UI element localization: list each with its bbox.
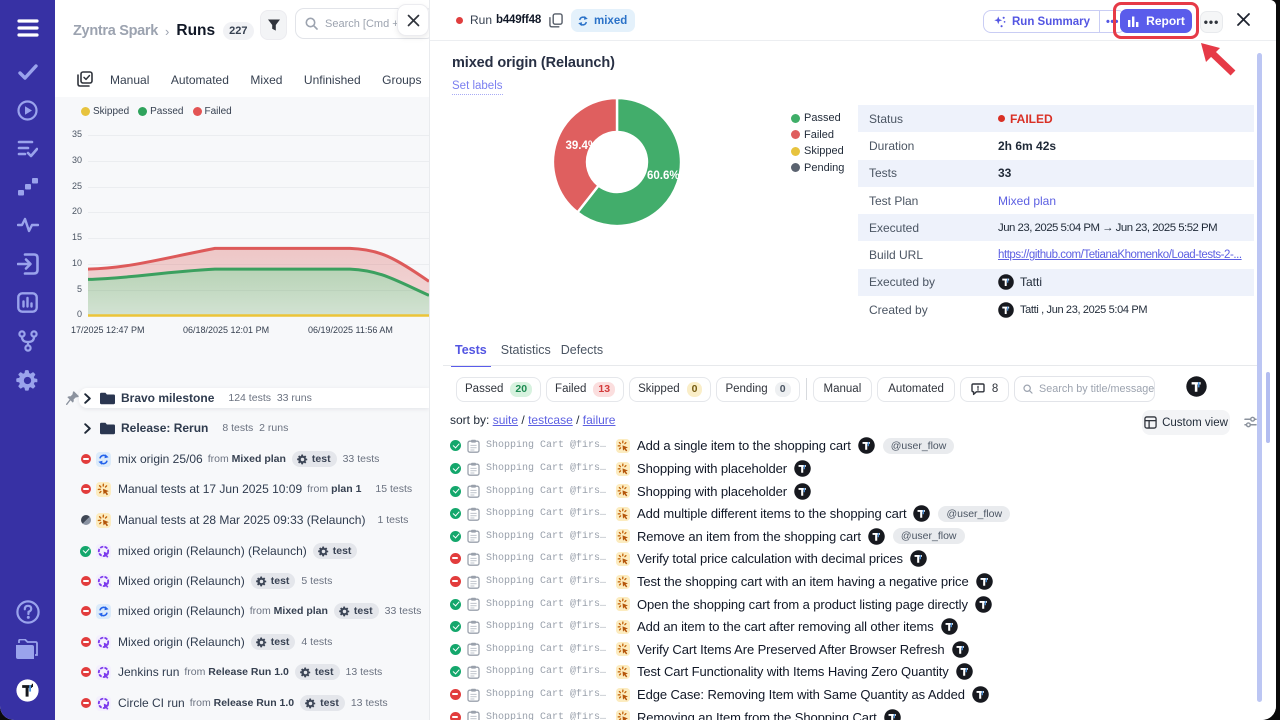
svg-text:39.4%: 39.4% xyxy=(566,140,599,152)
svg-text:60.6%: 60.6% xyxy=(647,170,680,182)
